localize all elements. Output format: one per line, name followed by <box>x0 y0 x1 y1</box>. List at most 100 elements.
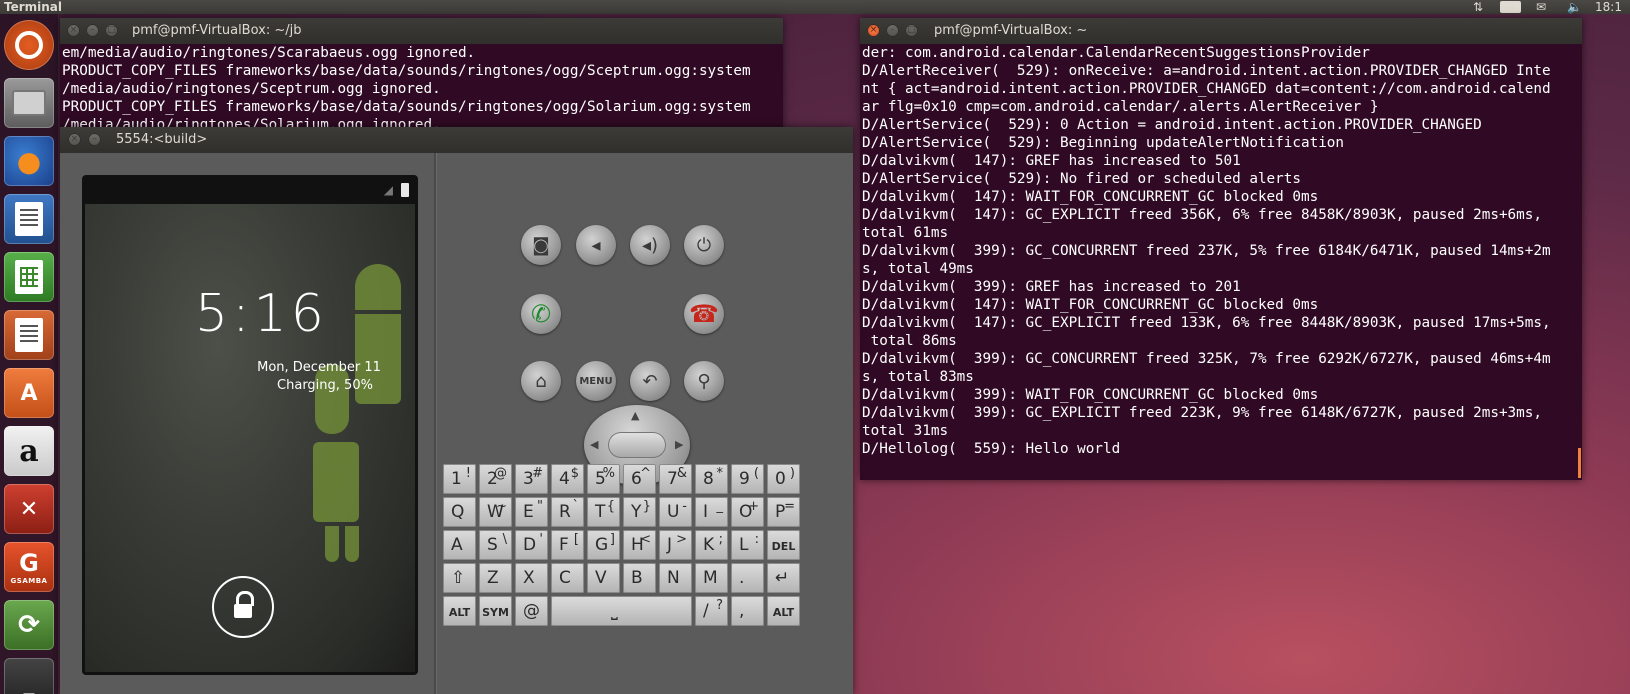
close-icon[interactable]: × <box>867 24 880 37</box>
key-5[interactable]: 5% <box>587 464 620 494</box>
menu-button[interactable]: MENU <box>576 361 616 401</box>
clock[interactable]: 18:1 <box>1595 0 1622 14</box>
unlock-handle[interactable] <box>212 576 274 638</box>
key-sym[interactable]: SYM <box>479 596 512 626</box>
power-button[interactable]: ⏻ <box>684 225 724 265</box>
gsamba-launcher[interactable]: G GSAMBA <box>4 542 54 592</box>
key-b[interactable]: B <box>623 563 656 593</box>
key-.[interactable]: . <box>731 563 764 593</box>
software-updater-launcher[interactable]: ⟳ <box>4 600 54 650</box>
calc-launcher[interactable] <box>4 252 54 302</box>
key-2[interactable]: 2 @ <box>479 464 512 494</box>
key-c[interactable]: C <box>551 563 584 593</box>
key-0[interactable]: 0) <box>767 464 800 494</box>
key-u[interactable]: U- <box>659 497 692 527</box>
writer-launcher[interactable] <box>4 194 54 244</box>
emulator-screen[interactable]: ◢ 5:16 Mon, December 11 Charging, 50% <box>82 175 418 675</box>
key-q[interactable]: Q <box>443 497 476 527</box>
key-7[interactable]: 7 & <box>659 464 692 494</box>
impress-launcher[interactable] <box>4 310 54 360</box>
key-d[interactable]: D ' <box>515 530 548 560</box>
key-space[interactable]: ⎵ <box>551 596 692 626</box>
key-o[interactable]: O + <box>731 497 764 527</box>
key-k[interactable]: K; <box>695 530 728 560</box>
key-alt-label: = <box>784 499 795 514</box>
firefox-launcher[interactable]: ● <box>4 136 54 186</box>
terminal-jb-titlebar[interactable]: × – □ pmf@pmf-VirtualBox: ~/jb <box>60 18 783 44</box>
close-icon[interactable]: × <box>68 133 81 146</box>
dpad-up-icon[interactable]: ▲ <box>631 409 639 422</box>
key-1[interactable]: 1! <box>443 464 476 494</box>
dpad-center-button[interactable] <box>608 432 666 458</box>
terminal-launcher[interactable]: _ <box>4 658 54 694</box>
camera-button[interactable]: ◙ <box>521 225 561 265</box>
key-y[interactable]: Y} <box>623 497 656 527</box>
key-label: C <box>559 568 571 588</box>
key-4[interactable]: 4 $ <box>551 464 584 494</box>
key-j[interactable]: J > <box>659 530 692 560</box>
key-r[interactable]: R ` <box>551 497 584 527</box>
files-launcher[interactable] <box>4 78 54 128</box>
key-label: ALT <box>448 606 471 619</box>
key-3[interactable]: 3 # <box>515 464 548 494</box>
amazon-launcher[interactable]: a <box>4 426 54 476</box>
key-9[interactable]: 9( <box>731 464 764 494</box>
terminal-output[interactable]: der: com.android.calendar.CalendarRecent… <box>862 44 1580 480</box>
keyboard-layout-indicator[interactable]: En <box>1500 1 1522 13</box>
dpad-right-icon[interactable]: ▶ <box>675 438 683 451</box>
key-h[interactable]: H < <box>623 530 656 560</box>
key-x[interactable]: X <box>515 563 548 593</box>
key-label: E <box>523 502 534 522</box>
software-center-launcher[interactable]: A <box>4 368 54 418</box>
minimize-icon[interactable]: – <box>88 133 101 146</box>
key-enter[interactable]: ↵ <box>767 563 800 593</box>
call-button[interactable]: ✆ <box>521 294 561 334</box>
key-n[interactable]: N <box>659 563 692 593</box>
volume-icon[interactable]: 🔈 <box>1567 0 1582 14</box>
close-icon[interactable]: × <box>67 24 80 37</box>
terminal-output[interactable]: em/media/audio/ringtones/Scarabaeus.ogg … <box>62 44 781 128</box>
emulator-titlebar[interactable]: × – 5554:<build> <box>60 127 853 153</box>
volume-down-button[interactable]: ◂ <box>576 225 616 265</box>
key-del[interactable]: DEL <box>767 530 800 560</box>
minimize-icon[interactable]: – <box>86 24 99 37</box>
dash-home-button[interactable] <box>4 20 54 70</box>
key-i[interactable]: I _ <box>695 497 728 527</box>
key-alt-left[interactable]: ALT <box>443 596 476 626</box>
system-settings-launcher[interactable]: ✕ <box>4 484 54 534</box>
key-6[interactable]: 6 ^ <box>623 464 656 494</box>
maximize-icon[interactable]: □ <box>105 24 118 37</box>
back-button[interactable]: ↶ <box>630 361 670 401</box>
search-button[interactable]: ⚲ <box>684 361 724 401</box>
mail-icon[interactable]: ✉ <box>1536 0 1546 14</box>
volume-up-button[interactable]: ◂) <box>630 225 670 265</box>
home-button[interactable]: ⌂ <box>521 361 561 401</box>
key-alt-right[interactable]: ALT <box>767 596 800 626</box>
key-8[interactable]: 8 * <box>695 464 728 494</box>
dpad-left-icon[interactable]: ◀ <box>590 438 598 451</box>
network-arrows-icon[interactable]: ⇅ <box>1473 0 1483 14</box>
key-t[interactable]: T{ <box>587 497 620 527</box>
key-shift[interactable]: ⇧ <box>443 563 476 593</box>
minimize-icon[interactable]: – <box>886 24 899 37</box>
key-l[interactable]: L: <box>731 530 764 560</box>
key-g[interactable]: G] <box>587 530 620 560</box>
key-comma[interactable]: , <box>731 596 764 626</box>
key-m[interactable]: M <box>695 563 728 593</box>
terminal-window-home[interactable]: × – □ pmf@pmf-VirtualBox: ~ der: com.and… <box>860 18 1582 480</box>
key-p[interactable]: P = <box>767 497 800 527</box>
maximize-icon[interactable]: □ <box>905 24 918 37</box>
key-s[interactable]: S \ <box>479 530 512 560</box>
terminal-window-jb[interactable]: × – □ pmf@pmf-VirtualBox: ~/jb em/media/… <box>60 18 783 128</box>
terminal-home-titlebar[interactable]: × – □ pmf@pmf-VirtualBox: ~ <box>860 18 1582 44</box>
end-call-button[interactable]: ☎ <box>684 294 724 334</box>
key-a[interactable]: A <box>443 530 476 560</box>
key-z[interactable]: Z <box>479 563 512 593</box>
key-v[interactable]: V <box>587 563 620 593</box>
key-e[interactable]: E " <box>515 497 548 527</box>
android-emulator-window[interactable]: × – 5554:<build> ◢ 5:16 Mon, December 11… <box>60 127 853 694</box>
key-f[interactable]: F[ <box>551 530 584 560</box>
key-w[interactable]: W ~ <box>479 497 512 527</box>
key-slash[interactable]: /? <box>695 596 728 626</box>
key-at[interactable]: @ <box>515 596 548 626</box>
